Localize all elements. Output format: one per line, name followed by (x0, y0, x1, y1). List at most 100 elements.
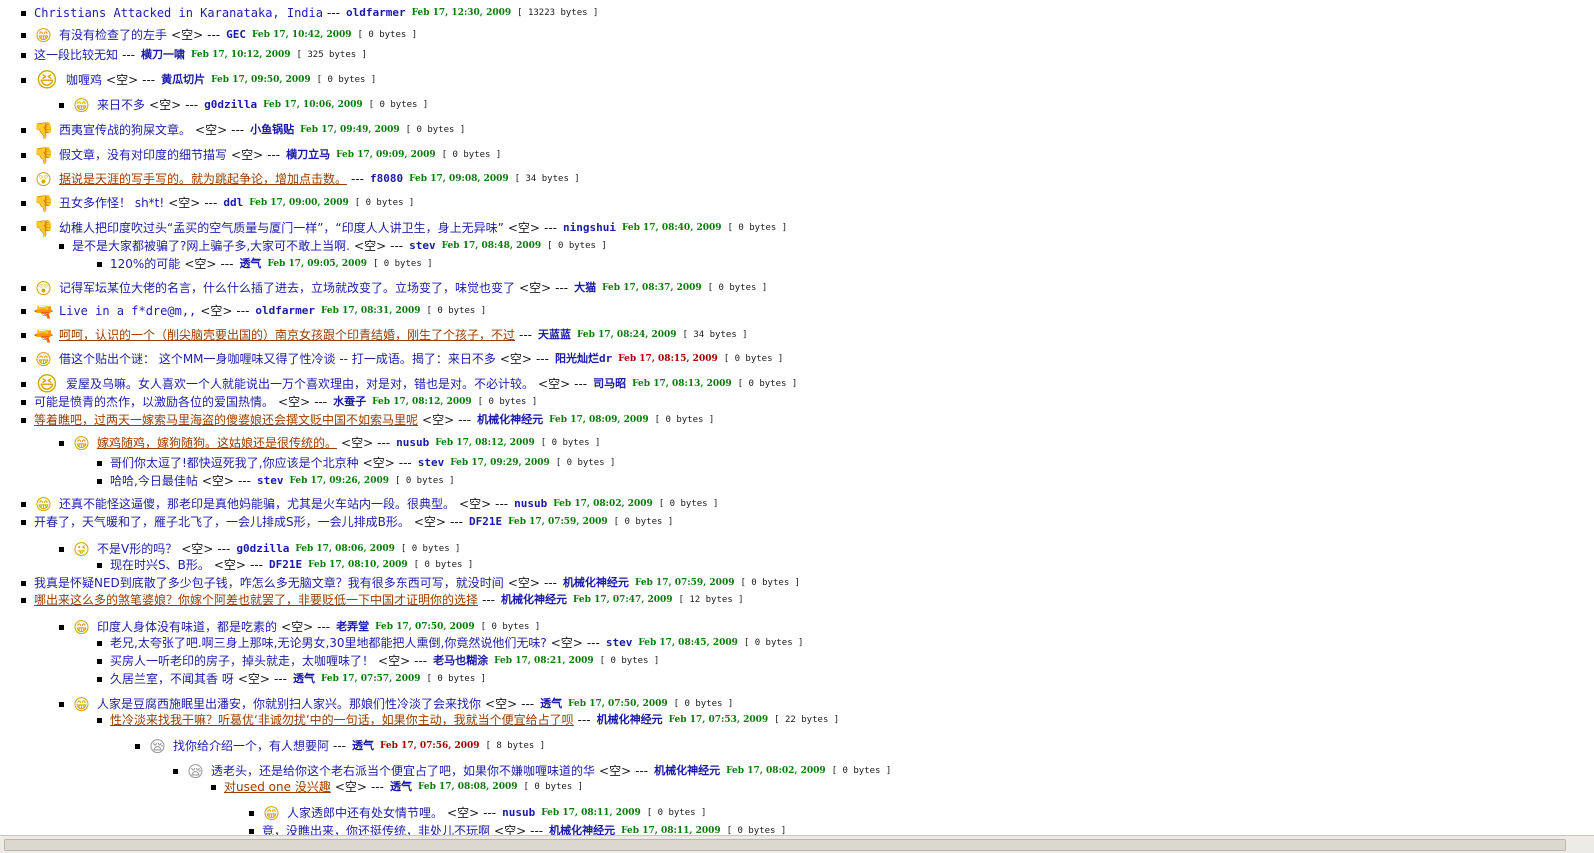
post-time: Feb 17, 07:47, 2009 (573, 595, 673, 605)
post-title-link[interactable]: 对used one 没兴趣 (224, 778, 331, 796)
author-link[interactable]: 机械化神经元 (597, 711, 663, 729)
author-link[interactable]: 透气 (293, 670, 315, 688)
author-link[interactable]: nusub (396, 434, 429, 452)
post-title-link[interactable]: 呵呵，认识的一个（削尖脑壳要出国的）南京女孩跟个印青结婚，刚生了个孩子，不过 (59, 326, 515, 344)
post-title-link[interactable]: 开春了，天气暖和了，雁子北飞了，一会儿排成S形，一会儿排成B形。 (34, 513, 410, 531)
post-time: Feb 17, 08:02, 2009 (726, 766, 826, 776)
horizontal-scrollbar[interactable] (0, 835, 1594, 853)
post-title-link[interactable]: 假文章，没有对印度的细节描写 (59, 146, 227, 164)
post-title-link[interactable]: 这一段比较无知 (34, 46, 118, 64)
empty-marker: <空> (231, 148, 264, 162)
post-title-link[interactable]: 哪出来这么多的煞笔婆娘？你嫁个阿差也就罢了，非要贬低一下中国才证明你的选择 (34, 591, 478, 609)
post-title-link[interactable]: 咖喱鸡 (66, 71, 102, 89)
post-time: Feb 17, 08:45, 2009 (638, 638, 738, 648)
post-title-link[interactable]: 借这个贴出个谜： 这个MM一身咖喱味又得了性冷谈 -- 打一成语。揭了：来日不多 (59, 350, 496, 368)
bullet-icon (21, 176, 26, 182)
author-link[interactable]: 横刀立马 (286, 146, 330, 164)
post-size: [ 0 bytes ] (723, 354, 784, 364)
post-title-link[interactable]: 据说是天涯的写手写的。就为跳起争论，增加点击数。 (59, 170, 347, 188)
author-link[interactable]: stev (418, 454, 445, 472)
separator: --- (351, 172, 365, 186)
grin-icon: 😁 (73, 433, 90, 453)
author-link[interactable]: ningshui (563, 219, 616, 237)
sleepy-icon: 😪 (149, 736, 166, 756)
empty-marker: <空> (149, 98, 182, 112)
post-title-link[interactable]: 哈哈,今日最佳帖 (110, 472, 198, 490)
author-link[interactable]: oldfarmer (255, 302, 315, 320)
post-time: Feb 17, 10:06, 2009 (263, 100, 363, 110)
post-title-link[interactable]: 哥们你太逗了!都快逗死我了,你应该是个北京种 (110, 454, 359, 472)
author-link[interactable]: 老马也糊涂 (433, 652, 488, 670)
post-title-link[interactable]: 买房人一听老印的房子，掉头就走，太咖喱味了！ (110, 652, 374, 670)
post-title-link[interactable]: 等着瞧吧，过两天一嫁索马里海盗的傻婆娘还会撰文贬中国不如索马里呢 (34, 411, 418, 429)
separator: --- (495, 497, 509, 511)
author-link[interactable]: GEC (226, 26, 246, 44)
author-link[interactable]: 透气 (352, 737, 374, 755)
author-link[interactable]: 阳光灿烂dr (555, 350, 612, 368)
post-title-link[interactable]: 记得军坛某位大佬的名言，什么什么插了进去，立场就改变了。立场变了，味觉也变了 (59, 279, 515, 297)
author-link[interactable]: 透气 (390, 778, 412, 796)
post-title-link[interactable]: 丑女多作怪！ sh*t! (59, 194, 164, 212)
post-size: [ 0 bytes ] (426, 674, 487, 684)
post-title-link[interactable]: 现在时兴S、B形。 (110, 556, 210, 574)
post-title-link[interactable]: 性冷淡来找我干嘛？听葛优‘非诚勿扰’中的一句话，如果你主动，我就当个便宜给占了呗 (110, 711, 574, 729)
author-link[interactable]: nusub (502, 804, 535, 822)
scrollbar-thumb[interactable] (4, 839, 1566, 851)
author-link[interactable]: stev (257, 472, 284, 490)
empty-marker: <空> (599, 764, 632, 778)
author-link[interactable]: 透气 (239, 255, 261, 273)
post-size: [ 0 bytes ] (477, 397, 538, 407)
post-title-link[interactable]: 还真不能怪这逼傻，那老印是真他妈能骗，尤其是火车站内一段。很典型。 (59, 495, 455, 513)
author-link[interactable]: 水蚕子 (333, 393, 366, 411)
post-title-link[interactable]: 120%的可能 (110, 255, 180, 273)
author-link[interactable]: 机械化神经元 (501, 591, 567, 609)
author-link[interactable]: g0dzilla (204, 96, 257, 114)
post-title-link[interactable]: 久居兰室，不闻其香 呀 (110, 670, 234, 688)
author-link[interactable]: f8080 (370, 170, 403, 188)
separator: --- (273, 672, 287, 686)
author-link[interactable]: 机械化神经元 (563, 574, 629, 592)
post-title-link[interactable]: 是不是大家都被骗了?网上骗子多,大家可不敢上当啊. (72, 237, 350, 255)
post-title-link[interactable]: 老兄,太夸张了吧.啊三身上那味,无论男女,30里地都能把人熏倒,你竟然说他们无味… (110, 634, 547, 652)
post-title-link[interactable]: 嫁鸡随鸡，嫁狗随狗。这姑娘还是很传统的。 (97, 434, 337, 452)
author-link[interactable]: 大猫 (574, 279, 596, 297)
author-link[interactable]: ddl (223, 194, 243, 212)
author-link[interactable]: 横刀一啸 (141, 46, 185, 64)
author-link[interactable]: 机械化神经元 (477, 411, 543, 429)
post-title-link[interactable]: 我真是怀疑NED到底散了多少包子钱，咋怎么多无脑文章？我有很多东西可写，就没时间 (34, 574, 504, 592)
bullet-icon (173, 768, 178, 774)
author-link[interactable]: stev (606, 634, 633, 652)
author-link[interactable]: 黄瓜切片 (161, 71, 205, 89)
post-title-link[interactable]: 幼稚人把印度吹过头“孟买的空气质量与厦门一样”，“印度人人讲卫生，身上无异味” (59, 219, 504, 237)
empty-marker: <空> (201, 474, 234, 488)
author-link[interactable]: stev (409, 237, 436, 255)
post-title-link[interactable]: 爱屋及乌嘛。女人喜欢一个人就能说出一万个喜欢理由，对是对，错也是对。不必计较。 (66, 375, 534, 393)
post-title-link[interactable]: 有没有检查了的左手 (59, 26, 167, 44)
author-link[interactable]: 机械化神经元 (654, 762, 720, 780)
post-title-link[interactable]: 西夷宣传战的狗屎文章。 (59, 121, 191, 139)
post-size: [ 0 bytes ] (316, 75, 377, 85)
grin-icon: 😁 (35, 349, 52, 369)
post-size: [ 0 bytes ] (426, 306, 487, 316)
separator: --- (333, 739, 347, 753)
post-title-link[interactable]: 找你给介绍一个，有人想要阿 (173, 737, 329, 755)
post-size: [ 325 bytes ] (296, 50, 367, 60)
author-link[interactable]: nusub (514, 495, 547, 513)
author-link[interactable]: 天蓝蓝 (538, 326, 571, 344)
thread-row: 😁 借这个贴出个谜： 这个MM一身咖喱味又得了性冷谈 -- 打一成语。揭了：来日不… (21, 349, 784, 369)
post-title-link[interactable]: Christians Attacked in Karanataka, India (34, 4, 323, 22)
author-link[interactable]: 司马昭 (593, 375, 626, 393)
author-link[interactable]: oldfarmer (346, 4, 406, 22)
author-link[interactable]: DF21E (269, 556, 302, 574)
post-title-link[interactable]: 可能是愤青的杰作，以激励各位的爱国热情。 (34, 393, 274, 411)
post-time: Feb 17, 09:26, 2009 (289, 476, 389, 486)
author-link[interactable]: DF21E (469, 513, 502, 531)
post-title-link[interactable]: 来日不多 (97, 96, 145, 114)
surprised-icon: 😲 (35, 169, 52, 189)
post-title-link[interactable]: Live in a f*dre@m,, (59, 302, 196, 320)
thread-row: 性冷淡来找我干嘛？听葛优‘非诚勿扰’中的一句话，如果你主动，我就当个便宜给占了呗… (97, 711, 839, 729)
post-title-link[interactable]: 人家透郎中还有处女情节哩。 (287, 804, 443, 822)
post-size: [ 0 bytes ] (707, 283, 768, 293)
bullet-icon (97, 658, 102, 664)
author-link[interactable]: 小鱼锅贴 (250, 121, 294, 139)
